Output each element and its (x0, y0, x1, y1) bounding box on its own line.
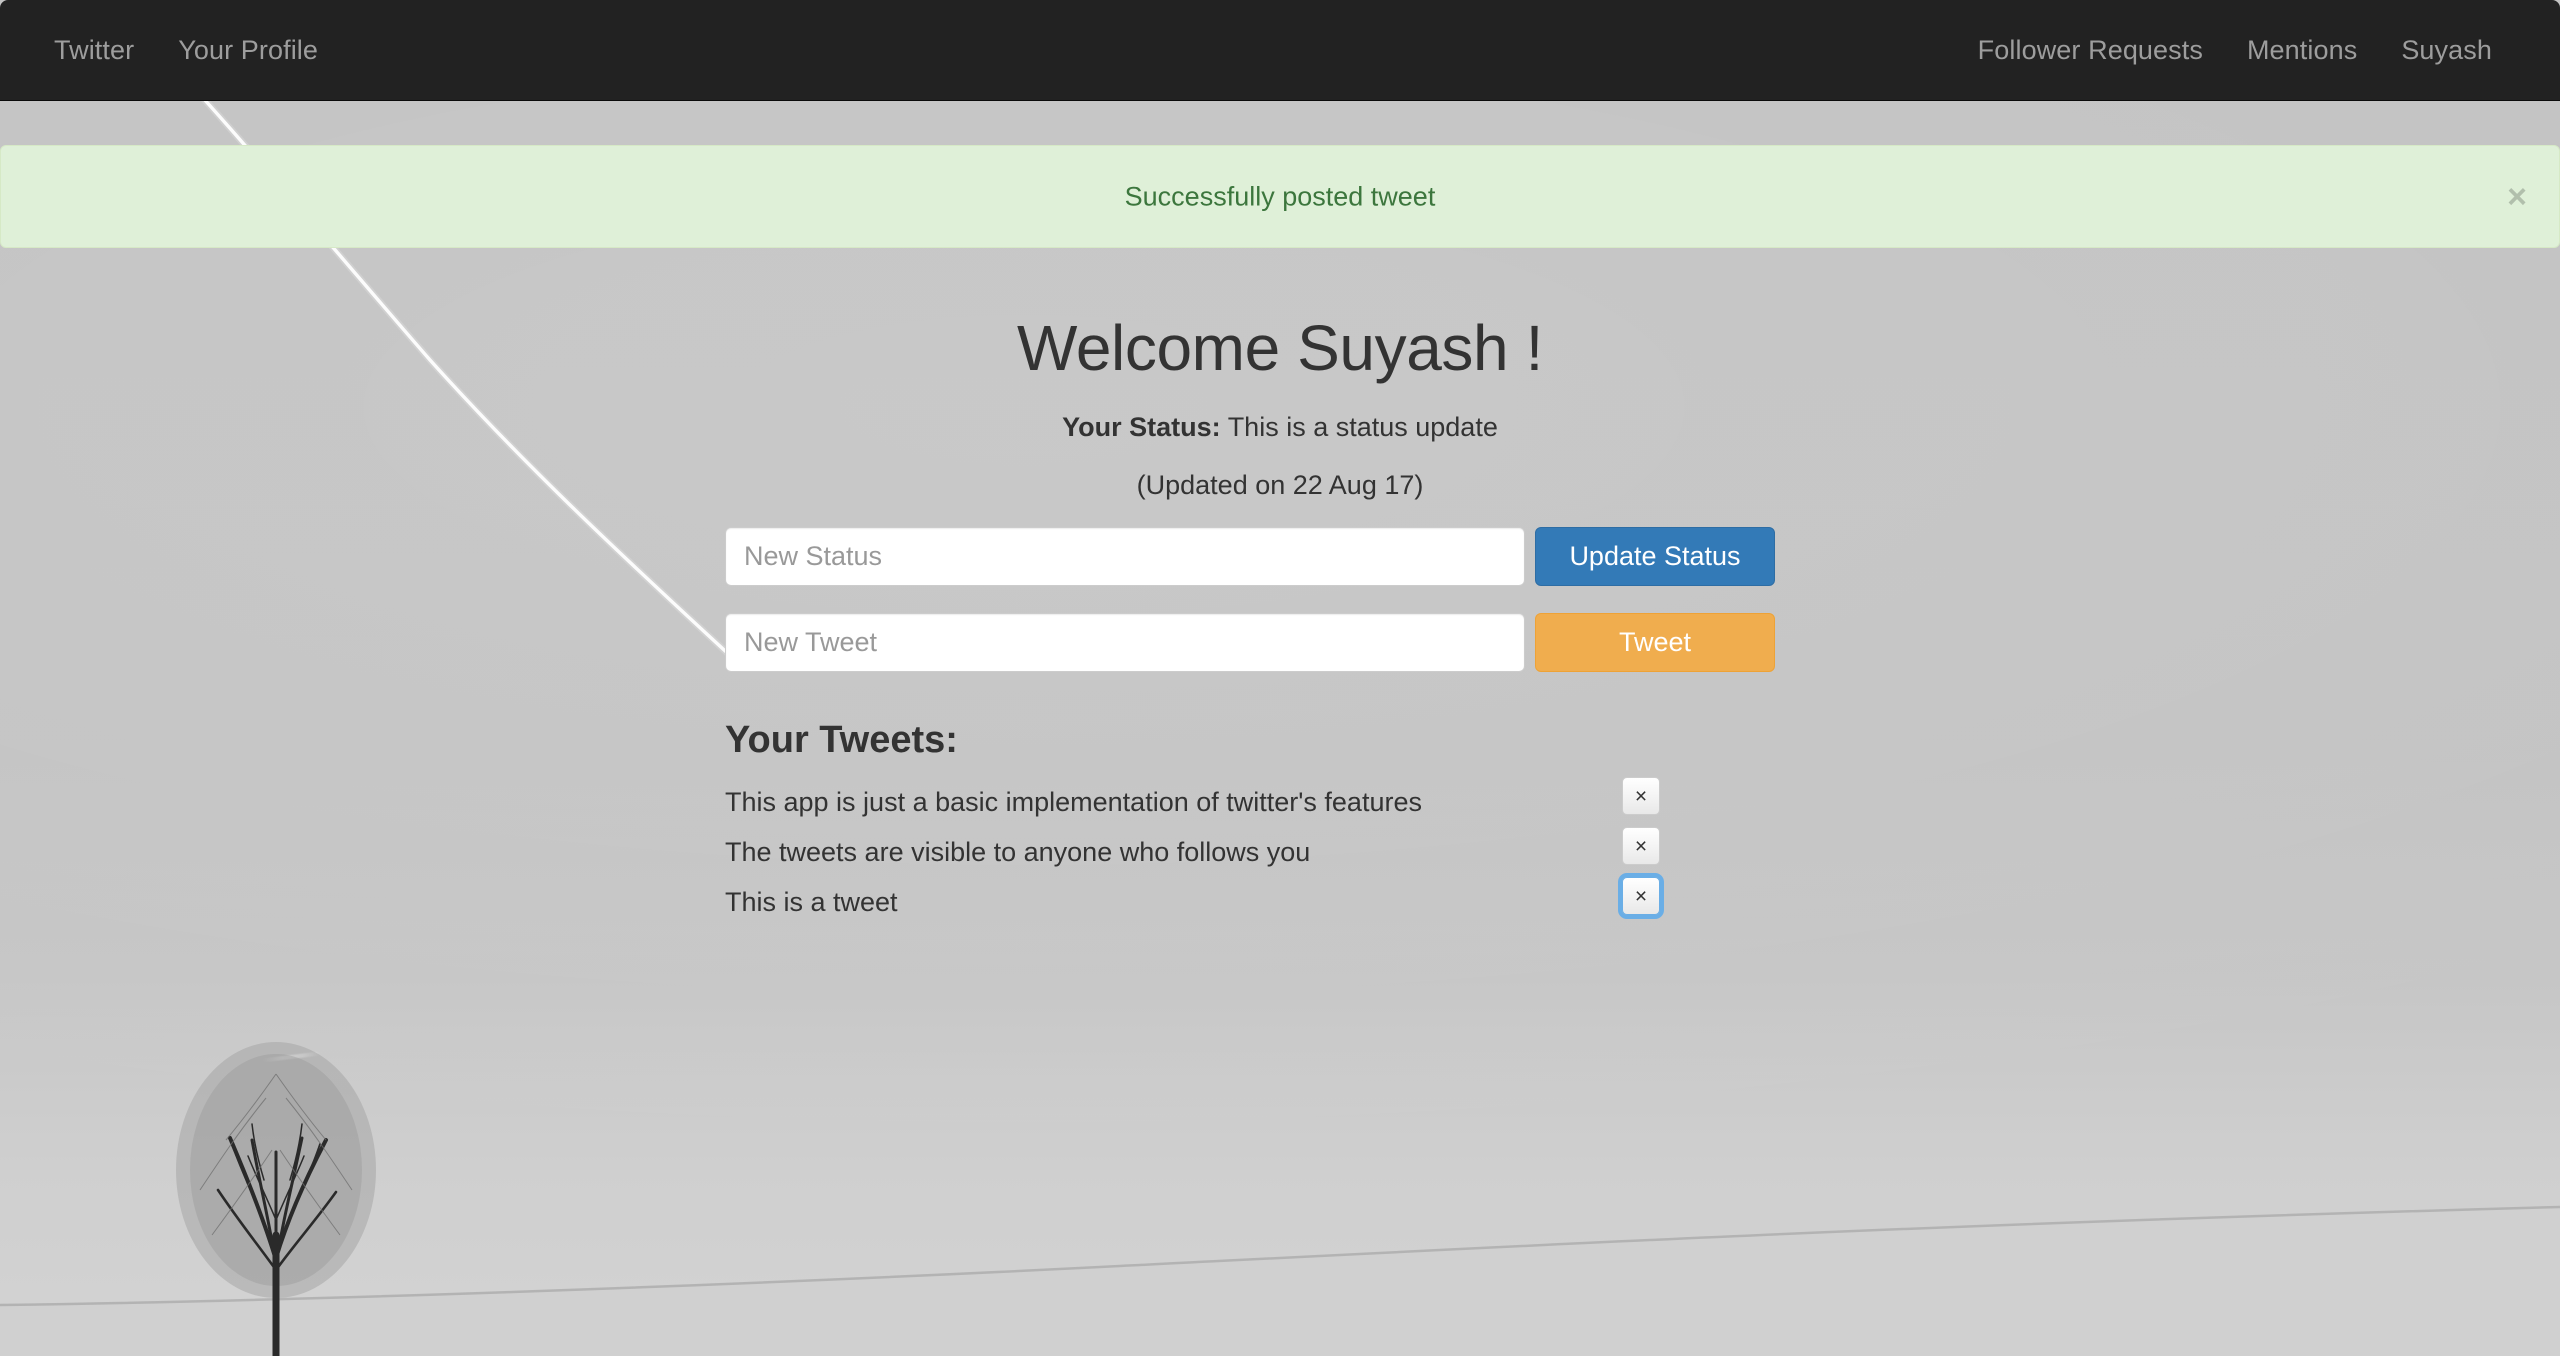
your-tweets-heading: Your Tweets: (725, 719, 958, 761)
nav-link-follower-requests[interactable]: Follower Requests (1956, 36, 2225, 64)
tweet-text: This app is just a basic implementation … (725, 787, 1422, 818)
update-status-button[interactable]: Update Status (1535, 527, 1775, 586)
tweet-row: The tweets are visible to anyone who fol… (725, 827, 1685, 878)
close-icon[interactable]: × (2499, 180, 2535, 214)
tweet-text: This is a tweet (725, 887, 898, 918)
status-updated-date: (Updated on 22 Aug 17) (1136, 470, 1424, 500)
tweet-row: This app is just a basic implementation … (725, 777, 1685, 828)
status-label: Your Status: (1062, 412, 1221, 442)
tweet-form-row: Tweet (725, 613, 1775, 672)
tweets-list: This app is just a basic implementation … (725, 777, 1685, 928)
status-line: Your Status: This is a status update (0, 409, 2560, 447)
tweet-text: The tweets are visible to anyone who fol… (725, 837, 1311, 868)
new-tweet-input[interactable] (725, 613, 1525, 672)
page-root: Twitter Your Profile Follower Requests M… (0, 0, 2560, 1356)
navbar-left-links: Twitter Your Profile (54, 0, 340, 100)
success-alert: Successfully posted tweet × (0, 145, 2560, 248)
delete-tweet-button[interactable]: × (1622, 827, 1660, 865)
alert-message: Successfully posted tweet (1124, 180, 1436, 211)
tweet-button[interactable]: Tweet (1535, 613, 1775, 672)
delete-tweet-button[interactable]: × (1622, 777, 1660, 815)
nav-link-mentions[interactable]: Mentions (2225, 36, 2379, 64)
tweet-row: This is a tweet × (725, 873, 1685, 928)
nav-link-your-profile[interactable]: Your Profile (156, 36, 340, 64)
page-title: Welcome Suyash ! (1017, 312, 1543, 384)
nav-link-twitter[interactable]: Twitter (54, 36, 156, 64)
nav-link-suyash[interactable]: Suyash (2379, 36, 2514, 64)
top-navbar: Twitter Your Profile Follower Requests M… (0, 0, 2560, 101)
navbar-right-links: Follower Requests Mentions Suyash (1956, 0, 2514, 100)
status-form-row: Update Status (725, 527, 1775, 586)
status-value: This is a status update (1227, 412, 1498, 442)
delete-tweet-button[interactable]: × (1618, 873, 1664, 919)
new-status-input[interactable] (725, 527, 1525, 586)
